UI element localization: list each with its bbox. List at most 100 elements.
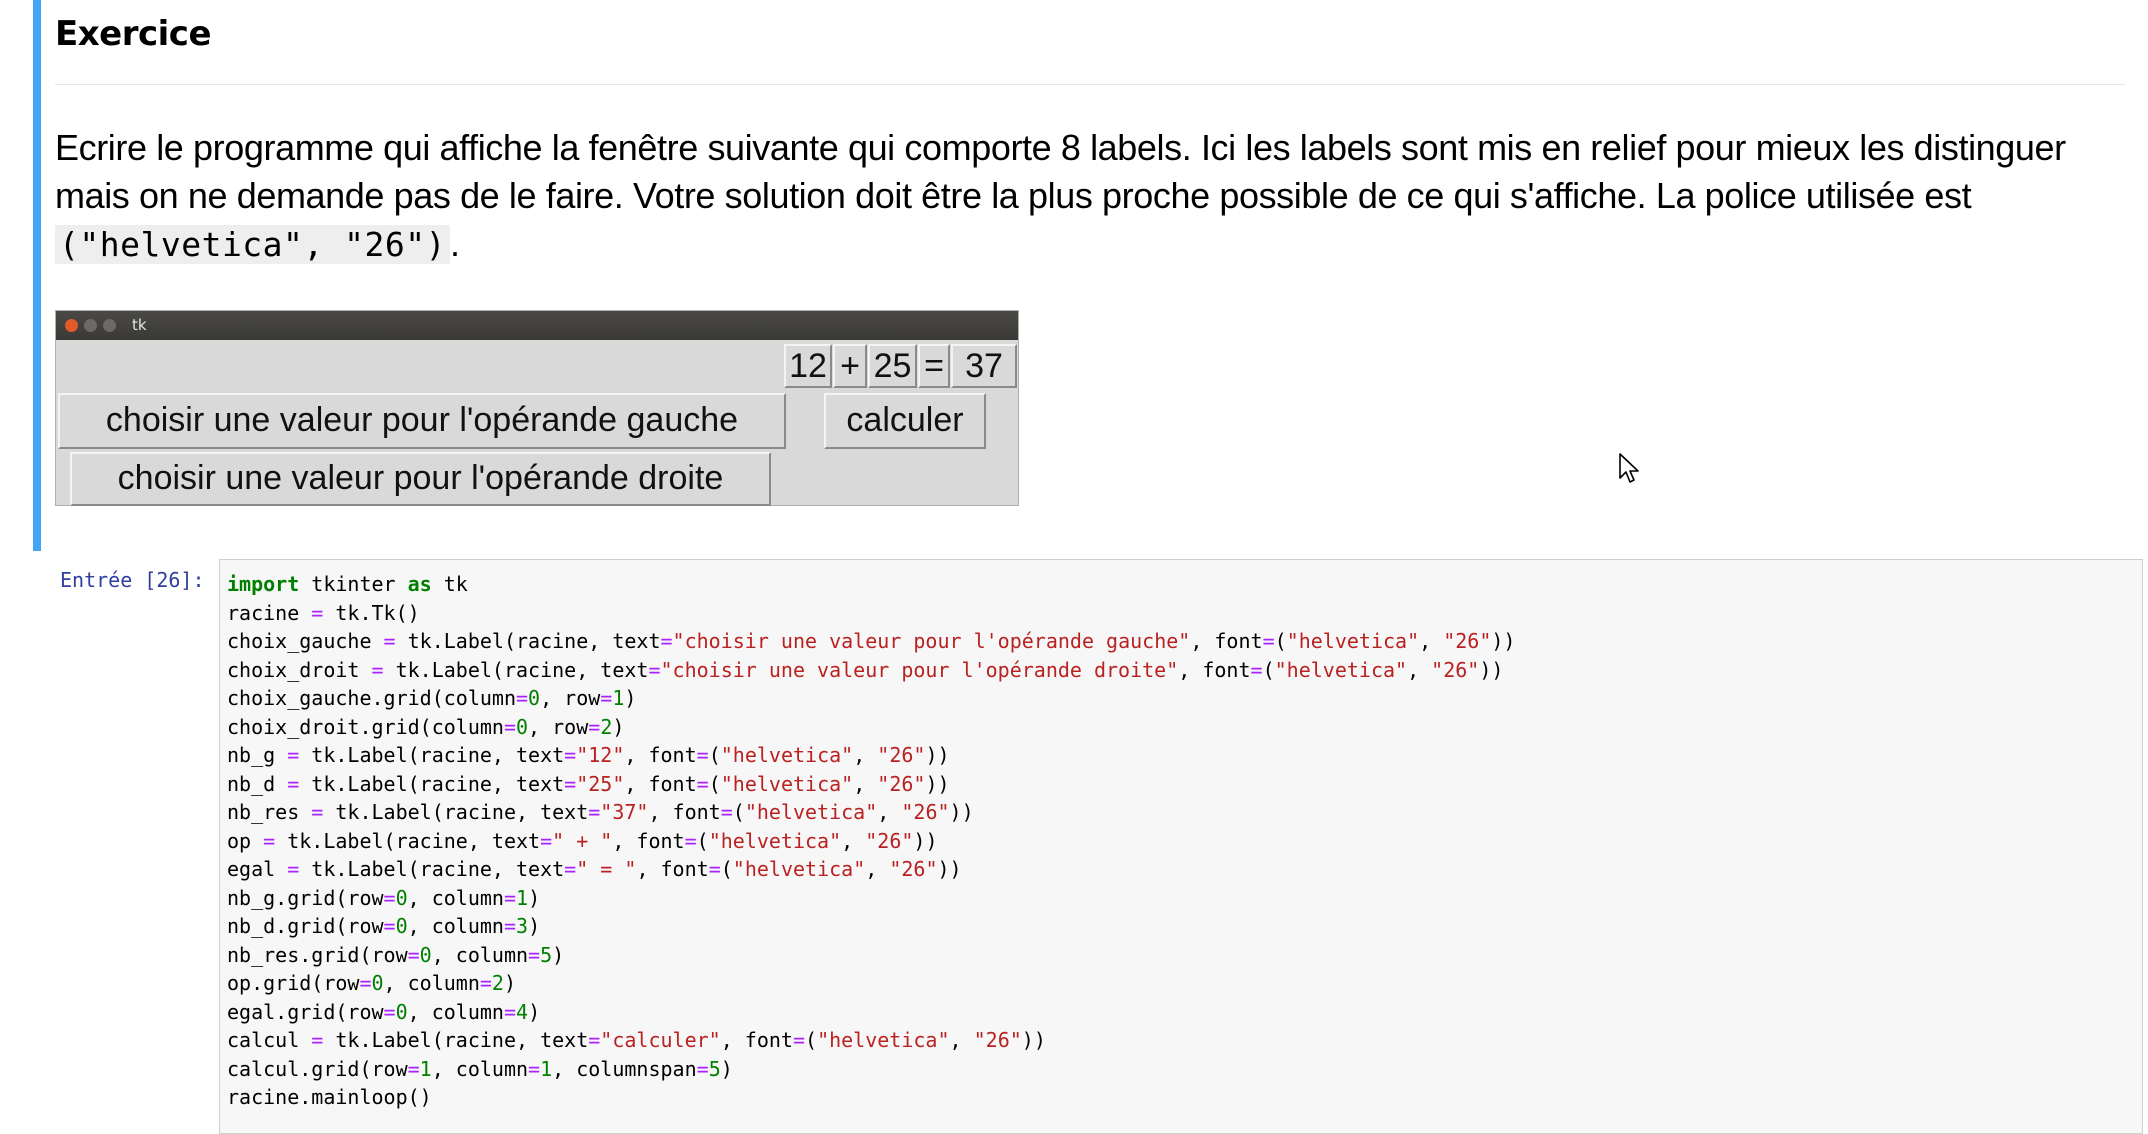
code-token: 0 <box>516 714 529 739</box>
code-token: = <box>1250 657 1263 682</box>
code-token: 1 <box>516 885 529 910</box>
code-token: 2 <box>491 971 504 995</box>
description-end: . <box>450 223 460 264</box>
code-token: , row <box>528 714 589 739</box>
code-token: = <box>696 743 709 767</box>
code-line: import tkinter as tk <box>227 570 1515 599</box>
code-line: calcul = tk.Label(racine, text="calculer… <box>227 1026 1515 1055</box>
code-token: tk <box>431 572 468 596</box>
code-token: = <box>528 1056 541 1081</box>
code-token: 0 <box>419 942 432 967</box>
code-token: , column <box>431 942 529 967</box>
code-token: 0 <box>528 686 541 710</box>
code-token: "helvetica" <box>1274 657 1408 682</box>
code-token: ( <box>708 743 721 767</box>
code-token: "12" <box>576 743 625 767</box>
code-token: , font <box>636 857 709 881</box>
code-token: = <box>1262 629 1275 653</box>
code-token: "26" <box>889 857 938 881</box>
code-token: "helvetica" <box>720 743 854 767</box>
code-token: "calculer" <box>600 1028 721 1052</box>
code-token: , column <box>407 914 504 938</box>
label-nb-res: 37 <box>951 344 1017 388</box>
code-token: = <box>287 743 300 767</box>
code-token: , columnspan <box>552 1056 697 1081</box>
code-token: ( <box>696 828 709 853</box>
code-token: racine.mainloop() <box>227 1085 432 1109</box>
exercise-heading: Exercice <box>55 14 212 54</box>
code-line: calcul.grid(row=1, column=1, columnspan=… <box>227 1055 1515 1084</box>
code-token: = <box>708 857 721 881</box>
code-token: "choisir une valeur pour l'opérande droi… <box>660 657 1179 682</box>
code-token: , <box>949 1028 974 1052</box>
code-line: nb_d = tk.Label(racine, text="25", font=… <box>227 770 1515 799</box>
code-token: )) <box>937 857 962 881</box>
code-token: , column <box>407 999 504 1024</box>
code-token: choix_gauche.grid(column <box>227 686 516 710</box>
code-token: )) <box>1021 1028 1046 1052</box>
code-token: ) <box>528 885 541 910</box>
code-token: tk.Label(racine, text <box>323 1028 589 1052</box>
code-token: nb_res <box>227 800 312 824</box>
markdown-cell[interactable]: Exercice Ecrire le programme qui affiche… <box>0 0 2148 551</box>
code-token: , <box>853 771 878 796</box>
code-block[interactable]: import tkinter as tk racine = tk.Tk() choi… <box>227 570 1515 1112</box>
code-token: , column <box>431 1056 529 1081</box>
code-token: = <box>540 828 553 853</box>
code-token: ) <box>503 971 517 995</box>
code-token: )) <box>949 800 974 824</box>
code-token: ( <box>1274 629 1287 653</box>
code-token: 0 <box>395 885 408 910</box>
code-token: , column <box>407 885 504 910</box>
code-token: = <box>407 1056 420 1081</box>
code-token: "helvetica" <box>720 771 854 796</box>
code-token: racine <box>227 600 312 625</box>
code-token: = <box>359 971 372 995</box>
code-token: )) <box>925 771 950 796</box>
code-token: , row <box>540 686 601 710</box>
code-token: , font <box>720 1028 793 1052</box>
code-token: "26" <box>1443 629 1492 653</box>
code-token: "37" <box>600 800 649 824</box>
code-token: )) <box>1491 629 1516 653</box>
code-token: ( <box>732 800 745 824</box>
code-token: = <box>263 828 276 853</box>
code-token: "26" <box>901 800 950 824</box>
code-token: "helvetica" <box>744 800 878 824</box>
code-token: , font <box>624 743 697 767</box>
heading-divider <box>55 84 2125 85</box>
code-token: = <box>503 999 517 1024</box>
code-token: = <box>407 942 420 967</box>
code-line: op = tk.Label(racine, text=" + ", font=(… <box>227 827 1515 856</box>
code-token: = <box>600 686 613 710</box>
code-token: import <box>227 572 300 596</box>
code-token: = <box>588 800 601 824</box>
cell-input-prompt: Entrée [26]: <box>60 568 205 592</box>
code-line: racine = tk.Tk() <box>227 599 1515 628</box>
code-token: 0 <box>371 971 384 995</box>
code-token: 4 <box>516 999 529 1024</box>
code-token: , <box>853 743 878 767</box>
tk-window-image: tk 12 + 25 = 37 choisir une valeur pour … <box>55 310 1019 506</box>
code-token: , font <box>1190 629 1263 653</box>
code-token: , font <box>1178 657 1251 682</box>
code-token: nb_g.grid(row <box>227 885 384 910</box>
code-token: , column <box>383 971 480 995</box>
code-token: = <box>503 914 517 938</box>
code-token: = <box>503 885 517 910</box>
tk-titlebar: tk <box>56 311 1018 340</box>
code-token: "26" <box>877 743 926 767</box>
code-token: ( <box>1262 657 1275 682</box>
code-token: calcul <box>227 1028 312 1052</box>
code-line: nb_d.grid(row=0, column=3) <box>227 912 1515 941</box>
code-token: tk.Label(racine, text <box>299 743 565 767</box>
code-token: 2 <box>600 714 613 739</box>
code-token: = <box>720 800 733 824</box>
code-token: tk.Tk() <box>323 600 420 625</box>
code-token: = <box>588 1028 601 1052</box>
code-line: racine.mainloop() <box>227 1083 1515 1112</box>
code-token: ) <box>624 686 637 710</box>
code-token: , <box>841 828 866 853</box>
code-token: as <box>407 572 432 596</box>
code-line: nb_g = tk.Label(racine, text="12", font=… <box>227 741 1515 770</box>
